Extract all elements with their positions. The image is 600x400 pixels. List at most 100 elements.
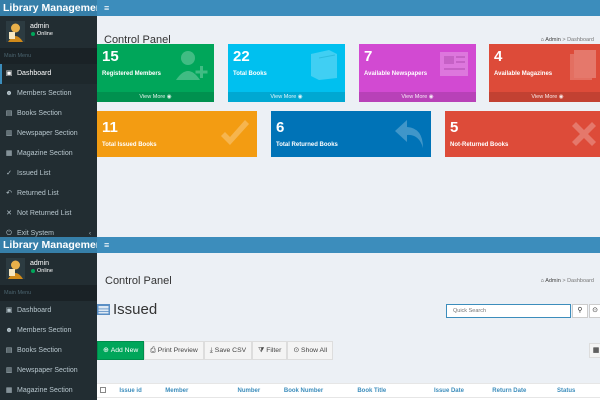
sidebar-item-books-section[interactable]: ▤ Books Section (0, 104, 97, 124)
sidebar-item-dashboard[interactable]: ▣ Dashboard (0, 64, 97, 84)
sidebar-toggle-icon[interactable]: ≡ (104, 3, 109, 13)
status-label: Total Returned Books (276, 142, 338, 148)
column-header-issue-id[interactable]: Issue id (116, 383, 163, 398)
save-csv-label: Save CSV (214, 347, 247, 354)
status-box-not-returned-books[interactable]: 5 Not-Returned Books (445, 111, 600, 157)
sidebar-item-books-section[interactable]: ▤ Books Section (0, 341, 97, 361)
view-more-link[interactable]: View More ◉ (228, 92, 345, 102)
issued-table: Issue id Member Number Book Number Book Titl… (97, 383, 600, 400)
column-header-book-title[interactable]: Book Title (354, 383, 431, 398)
column-header-issue-date[interactable]: Issue Date (430, 383, 490, 398)
sidebar-menu: ▣ Dashboard ☻ Members Section ▤ Books Section… (0, 301, 97, 400)
column-header-book-number[interactable]: Book Number (280, 383, 355, 398)
select-all-checkbox[interactable] (100, 387, 106, 394)
stat-label: Total Books (233, 71, 267, 77)
status-value: 6 (276, 119, 285, 136)
user-status: Online (31, 268, 53, 274)
column-header-return-date[interactable]: Return Date (489, 383, 555, 398)
books-section-icon: ▤ (5, 110, 13, 117)
magazine-section-icon: ▦ (5, 387, 13, 394)
filter-button[interactable]: ⧩ Filter (252, 341, 288, 360)
download-icon: ⤓ (209, 347, 213, 354)
print-preview-button[interactable]: ⎙ Print Preview (144, 341, 204, 360)
sidebar-item-label: Newspaper Section (17, 367, 78, 374)
issued-window: Library Management ≡ admin Online Main M… (0, 237, 600, 400)
sidebar-item-label: Not Returned List (17, 210, 72, 217)
view-more-link[interactable]: View More ◉ (97, 92, 214, 102)
user-plus-icon (176, 51, 208, 80)
add-new-button[interactable]: ⊕ Add New (97, 341, 145, 360)
search-icon[interactable]: ⚲ (572, 304, 588, 318)
sidebar-item-label: Magazine Section (17, 150, 73, 157)
issued-title: Issued (113, 301, 158, 318)
sidebar-toggle-icon[interactable]: ≡ (104, 240, 109, 250)
user-panel: admin Online (0, 16, 97, 48)
breadcrumb-separator: > (562, 37, 566, 43)
show-all-button[interactable]: ⊙ Show All (287, 341, 334, 360)
column-header-member[interactable]: Member (162, 383, 235, 398)
breadcrumb-separator: > (562, 278, 566, 284)
column-header-number[interactable]: Number (234, 383, 281, 398)
sidebar-item-label: Newspaper Section (17, 130, 78, 137)
action-toolbar: ⊕ Add New ⎙ Print Preview ⤓ Save CSV ⧩ Filte… (97, 341, 334, 360)
stat-label: Registered Members (102, 71, 162, 77)
sidebar-item-newspaper-section[interactable]: ▥ Newspaper Section (0, 124, 97, 144)
app-logo[interactable]: Library Management (0, 237, 97, 253)
online-dot-icon (31, 31, 35, 36)
select-all-cell (97, 383, 117, 398)
breadcrumb-home[interactable]: Admin (545, 37, 561, 43)
stat-box-total-books: 22 Total Books View More ◉ (228, 44, 345, 102)
sidebar-item-newspaper-section[interactable]: ▥ Newspaper Section (0, 361, 97, 381)
breadcrumb-home[interactable]: Admin (545, 278, 561, 284)
sidebar-item-label: Issued List (17, 170, 51, 177)
books-section-icon: ▤ (5, 347, 13, 354)
not-returned-list-icon: ✕ (6, 210, 12, 217)
breadcrumb: ⌂ Admin > Dashboard (541, 37, 594, 43)
sidebar-menu: ▣ Dashboard ☻ Members Section ▤ Books Section… (0, 64, 97, 240)
status-box-total-issued-books[interactable]: 11 Total Issued Books (97, 111, 257, 157)
sidebar-item-label: Books Section (17, 347, 62, 354)
add-new-label: Add New (110, 347, 139, 354)
sidebar: admin Online Main Menu ▣ Dashboard ☻ Member… (0, 16, 97, 240)
app-logo[interactable]: Library Management (0, 0, 97, 16)
newspaper-section-icon: ▥ (5, 367, 13, 374)
times-icon (572, 122, 596, 146)
user-status: Online (31, 31, 53, 37)
reply-icon (395, 120, 423, 148)
sidebar-item-members-section[interactable]: ☻ Members Section (0, 84, 97, 104)
breadcrumb: ⌂ Admin > Dashboard (541, 278, 594, 284)
user-panel: admin Online (0, 253, 97, 285)
sidebar-item-returned-list[interactable]: ↶ Returned List (0, 184, 97, 204)
search-options-icon[interactable]: ⊙ (589, 304, 600, 318)
sidebar-item-issued-list[interactable]: ✓ Issued List (0, 164, 97, 184)
quick-search-input[interactable] (446, 304, 571, 318)
dashboard-icon: ▣ (5, 307, 13, 314)
sidebar: admin Online Main Menu ▣ Dashboard ☻ Member… (0, 253, 97, 400)
status-value: 11 (102, 119, 118, 136)
print-icon: ⎙ (150, 347, 156, 354)
magazine-section-icon: ▦ (5, 150, 13, 157)
book-icon (311, 50, 337, 80)
members-section-icon: ☻ (5, 90, 13, 97)
view-more-link[interactable]: View More ◉ (359, 92, 476, 102)
save-csv-button[interactable]: ⤓ Save CSV (203, 341, 253, 360)
view-more-link[interactable]: View More ◉ (489, 92, 600, 102)
user-status-label: Online (37, 31, 53, 37)
sidebar-item-magazine-section[interactable]: ▦ Magazine Section (0, 381, 97, 400)
sidebar-item-not-returned-list[interactable]: ✕ Not Returned List (0, 204, 97, 224)
sidebar-item-members-section[interactable]: ☻ Members Section (0, 321, 97, 341)
sidebar-item-dashboard[interactable]: ▣ Dashboard (0, 301, 97, 321)
top-navbar: ≡ (97, 237, 600, 253)
issued-heading: Issued (97, 301, 157, 318)
filter-label: Filter (266, 347, 282, 354)
sidebar-item-label: Magazine Section (17, 387, 73, 394)
columns-icon[interactable]: ▦ (589, 343, 600, 358)
sidebar-item-magazine-section[interactable]: ▦ Magazine Section (0, 144, 97, 164)
column-header-status[interactable]: Status (554, 383, 600, 398)
table-icon (97, 304, 110, 315)
status-box-total-returned-books[interactable]: 6 Total Returned Books (271, 111, 431, 157)
sidebar-item-label: Members Section (17, 327, 72, 334)
sidebar-item-label: Books Section (17, 110, 62, 117)
status-value: 5 (450, 119, 459, 136)
stat-label: Available Newspapers (364, 71, 428, 77)
